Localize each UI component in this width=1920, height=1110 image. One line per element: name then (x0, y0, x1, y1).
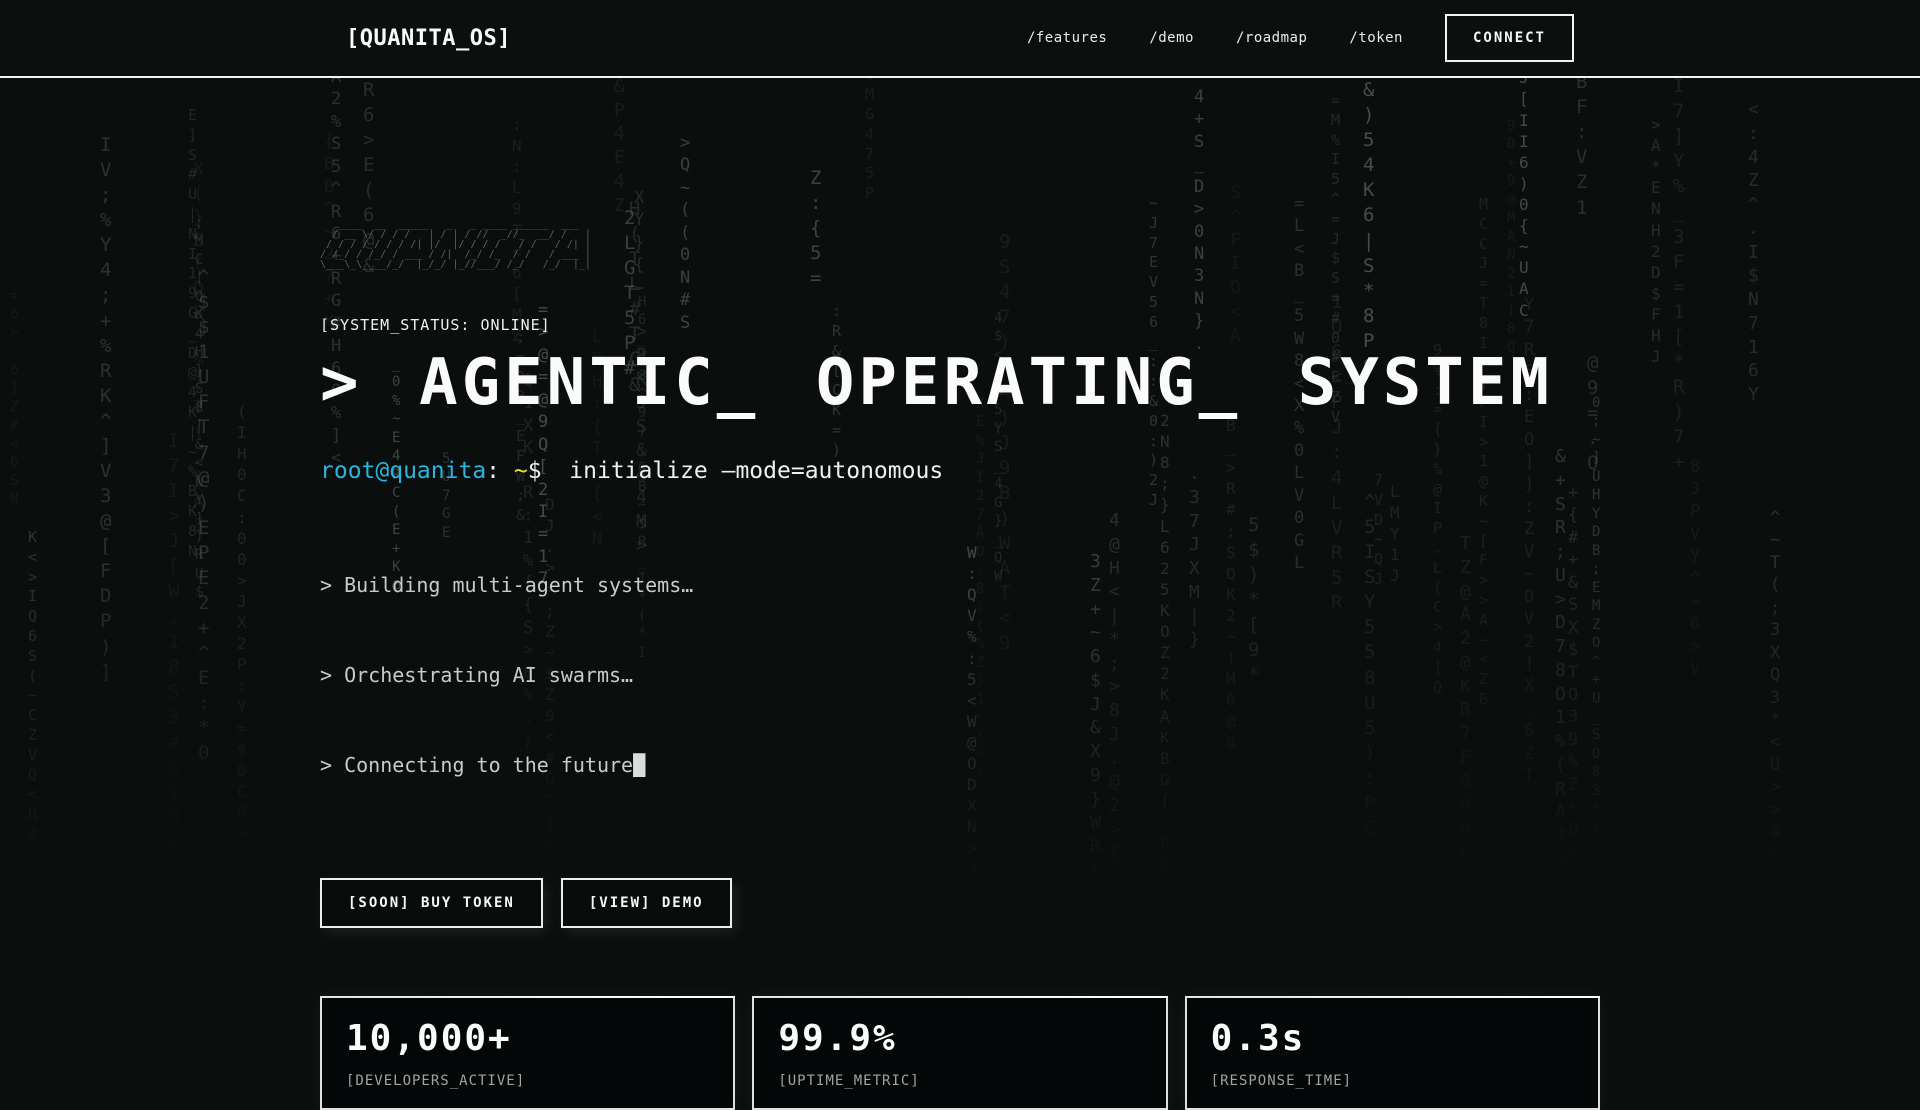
typed-line: > Orchestrating AI swarms… (320, 660, 1600, 690)
stat-card-response: 0.3s [RESPONSE_TIME] (1185, 996, 1600, 1110)
ascii-art-logo: ____ __ _____ _ _ ____ ______ ___ / __ \… (320, 78, 1600, 270)
terminal-command: initialize –mode=autonomous (542, 458, 944, 484)
stat-value: 99.9% (778, 1018, 1141, 1059)
nav-links: /features /demo /roadmap /token CONNECT (1027, 14, 1574, 62)
stat-label: [UPTIME_METRIC] (778, 1073, 1141, 1089)
view-demo-button[interactable]: [VIEW] DEMO (561, 878, 732, 928)
terminal-dollar: $ (528, 458, 542, 484)
top-nav: [QUANITA_OS] /features /demo /roadmap /t… (0, 0, 1920, 78)
stat-card-uptime: 99.9% [UPTIME_METRIC] (752, 996, 1167, 1110)
nav-link-features[interactable]: /features (1027, 30, 1107, 46)
hero-section: 1 O 6 < P J : 4 L V R 5 R R 6 > E ( 6 @ … (0, 78, 1920, 993)
connect-button[interactable]: CONNECT (1445, 14, 1574, 62)
nav-link-token[interactable]: /token (1349, 30, 1403, 46)
terminal-cursor: █ (633, 753, 645, 777)
typed-line: > Building multi-agent systems… (320, 570, 1600, 600)
nav-logo[interactable]: [QUANITA_OS] (346, 26, 511, 51)
buy-token-button[interactable]: [SOON] BUY TOKEN (320, 878, 543, 928)
hero-content: ____ __ _____ _ _ ____ ______ ___ / __ \… (320, 78, 1600, 1110)
typed-line-text: > Connecting to the future (320, 753, 633, 777)
stats-row: 10,000+ [DEVELOPERS_ACTIVE] 99.9% [UPTIM… (320, 996, 1600, 1110)
stat-label: [DEVELOPERS_ACTIVE] (346, 1073, 709, 1089)
terminal-tilde: ~ (514, 458, 528, 484)
typed-output: > Building multi-agent systems… > Orches… (320, 510, 1600, 840)
terminal-separator: : (486, 458, 514, 484)
stat-value: 10,000+ (346, 1018, 709, 1059)
nav-inner: [QUANITA_OS] /features /demo /roadmap /t… (320, 14, 1600, 62)
nav-link-demo[interactable]: /demo (1149, 30, 1194, 46)
system-status-label: [SYSTEM_STATUS: ONLINE] (320, 316, 1600, 334)
nav-link-roadmap[interactable]: /roadmap (1236, 30, 1307, 46)
terminal-prompt-line: root@quanita: ~$ initialize –mode=autono… (320, 458, 1600, 484)
typed-line: > Connecting to the future█ (320, 750, 1600, 780)
cta-row: [SOON] BUY TOKEN [VIEW] DEMO (320, 878, 1600, 928)
hero-heading: > AGENTIC_ OPERATING_ SYSTEM (320, 348, 1600, 418)
stat-card-developers: 10,000+ [DEVELOPERS_ACTIVE] (320, 996, 735, 1110)
terminal-user: root@quanita (320, 458, 486, 484)
stat-label: [RESPONSE_TIME] (1211, 1073, 1574, 1089)
stat-value: 0.3s (1211, 1018, 1574, 1059)
